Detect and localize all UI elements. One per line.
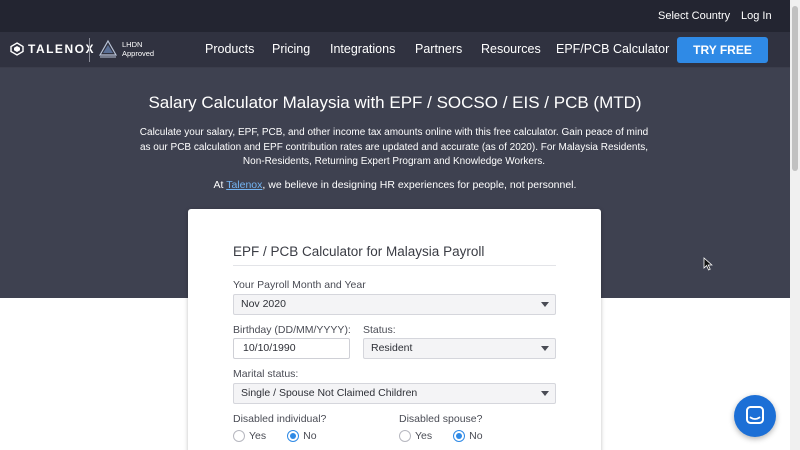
disabled-individual-yes-label[interactable]: Yes	[249, 430, 266, 442]
title-divider	[233, 265, 556, 266]
marital-status-select[interactable]: Single / Spouse Not Claimed Children	[233, 383, 556, 404]
hero-belief: At Talenox, we believe in designing HR e…	[0, 179, 790, 191]
page-scrollbar[interactable]	[790, 0, 800, 450]
disabled-spouse-label: Disabled spouse?	[399, 413, 483, 425]
status-value: Resident	[371, 342, 413, 354]
disabled-spouse-yes-radio[interactable]	[399, 430, 411, 442]
disabled-spouse-no-radio[interactable]	[453, 430, 466, 442]
chevron-down-icon	[541, 391, 549, 396]
belief-prefix: At	[213, 179, 227, 191]
disabled-individual-no-label[interactable]: No	[303, 430, 316, 442]
disabled-spouse-yes-label[interactable]: Yes	[415, 430, 432, 442]
disabled-spouse-radio-group: Yes No	[399, 430, 504, 442]
nav-partners[interactable]: Partners	[415, 42, 462, 56]
calculator-title: EPF / PCB Calculator for Malaysia Payrol…	[233, 244, 485, 259]
chevron-down-icon	[541, 346, 549, 351]
chevron-down-icon	[541, 302, 549, 307]
lhdn-label: LHDN	[122, 40, 143, 49]
lhdn-emblem-icon	[98, 39, 118, 58]
status-label: Status:	[363, 324, 396, 336]
birthday-label: Birthday (DD/MM/YYYY):	[233, 324, 351, 336]
select-country-link[interactable]: Select Country	[658, 10, 730, 22]
login-link[interactable]: Log In	[741, 10, 772, 22]
disabled-individual-label: Disabled individual?	[233, 413, 327, 425]
calculator-card: EPF / PCB Calculator for Malaysia Payrol…	[188, 209, 601, 450]
hero-description: Calculate your salary, EPF, PCB, and oth…	[139, 127, 649, 167]
marital-status-value: Single / Spouse Not Claimed Children	[241, 387, 418, 399]
talenox-logo[interactable]: TALENOX	[10, 42, 95, 56]
page-title: Salary Calculator Malaysia with EPF / SO…	[148, 93, 642, 112]
nav-epf-pcb-calculator[interactable]: EPF/PCB Calculator	[556, 42, 669, 56]
disabled-individual-no-radio[interactable]	[287, 430, 300, 442]
nav-products[interactable]: Products	[205, 42, 254, 56]
nav-integrations[interactable]: Integrations	[330, 42, 395, 56]
nav-pricing[interactable]: Pricing	[272, 42, 310, 56]
lhdn-approved-badge: LHDN Approved	[98, 39, 154, 59]
chat-icon	[746, 406, 764, 424]
marital-status-label: Marital status:	[233, 368, 299, 380]
main-navbar: TALENOX LHDN Approved Products Pricing I…	[0, 32, 800, 68]
belief-suffix: , we believe in designing HR experiences…	[262, 179, 577, 191]
payroll-month-value: Nov 2020	[241, 298, 286, 310]
brand-name: TALENOX	[28, 42, 95, 56]
mouse-cursor-icon	[703, 257, 713, 276]
chat-launcher-button[interactable]	[734, 395, 776, 437]
try-free-button[interactable]: TRY FREE	[677, 37, 768, 63]
logo-divider	[89, 38, 90, 62]
birthday-input[interactable]: 10/10/1990	[233, 338, 350, 359]
disabled-spouse-no-label[interactable]: No	[469, 430, 482, 442]
talenox-link[interactable]: Talenox	[226, 179, 262, 191]
payroll-month-label: Your Payroll Month and Year	[233, 279, 366, 291]
disabled-individual-radio-group: Yes No	[233, 430, 338, 442]
scrollbar-thumb[interactable]	[792, 6, 798, 171]
nav-resources[interactable]: Resources	[481, 42, 541, 56]
disabled-individual-yes-radio[interactable]	[233, 430, 245, 442]
talenox-logo-icon	[10, 42, 24, 56]
top-bar: Select Country Log In	[0, 0, 800, 32]
status-select[interactable]: Resident	[363, 338, 556, 359]
payroll-month-select[interactable]: Nov 2020	[233, 294, 556, 315]
approved-label: Approved	[122, 49, 155, 58]
